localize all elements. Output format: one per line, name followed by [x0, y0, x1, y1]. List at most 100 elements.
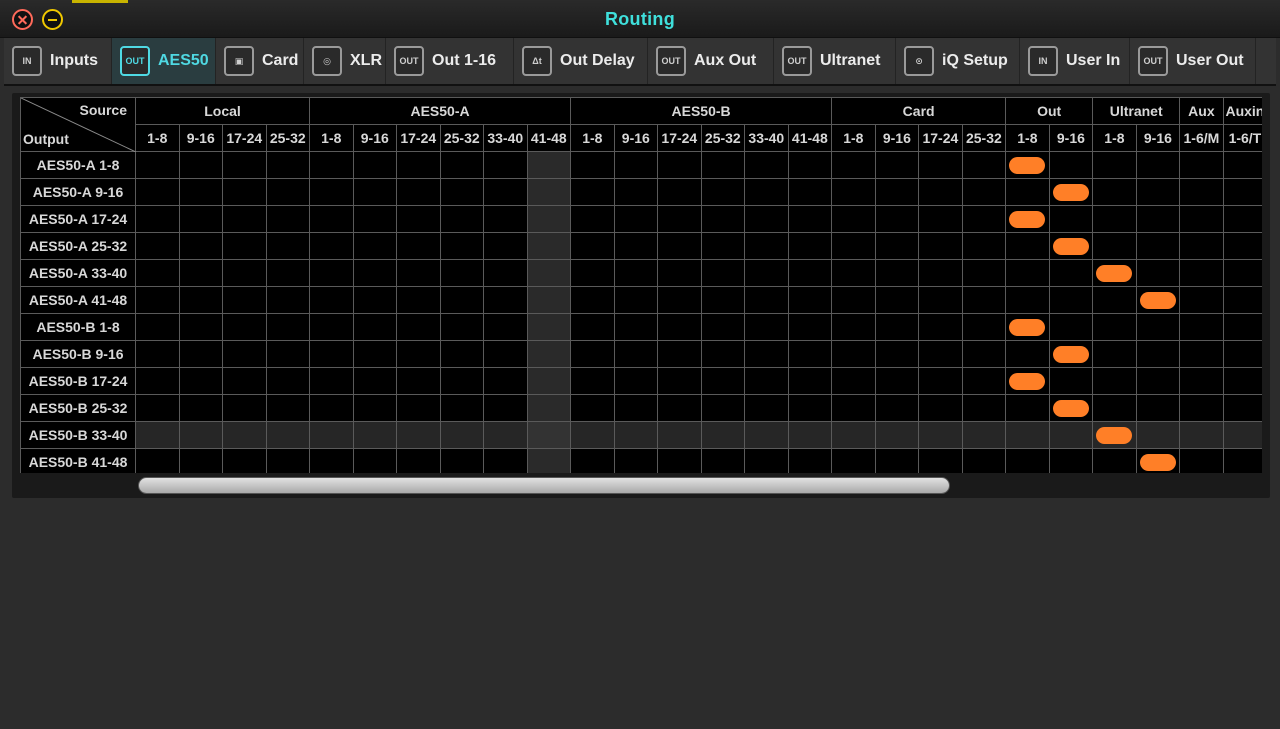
routing-cell[interactable]	[961, 340, 1007, 368]
routing-cell[interactable]	[570, 394, 615, 422]
routing-cell[interactable]	[874, 448, 920, 473]
routing-cell[interactable]	[135, 340, 180, 368]
routing-cell[interactable]	[135, 259, 180, 287]
routing-cell[interactable]	[352, 448, 398, 473]
routing-cell[interactable]	[831, 151, 876, 179]
routing-cell[interactable]	[222, 205, 267, 233]
routing-cell[interactable]	[918, 286, 963, 314]
routing-cell[interactable]	[526, 151, 572, 179]
routing-cell[interactable]	[396, 205, 441, 233]
routing-cell[interactable]	[178, 205, 223, 233]
routing-cell[interactable]	[570, 151, 615, 179]
routing-cell[interactable]	[309, 259, 354, 287]
routing-cell[interactable]	[135, 448, 180, 473]
routing-cell[interactable]	[265, 232, 311, 260]
routing-cell[interactable]	[1005, 340, 1050, 368]
routing-cell[interactable]	[1135, 151, 1181, 179]
route-assigned-indicator[interactable]	[1096, 427, 1133, 444]
routing-cell[interactable]	[439, 367, 485, 395]
routing-cell[interactable]	[265, 205, 311, 233]
routing-cell[interactable]	[1179, 286, 1224, 314]
routing-cell[interactable]	[1005, 421, 1050, 449]
routing-cell[interactable]	[309, 313, 354, 341]
routing-cell[interactable]	[613, 448, 659, 473]
routing-cell[interactable]	[613, 286, 659, 314]
routing-cell[interactable]	[265, 259, 311, 287]
routing-cell[interactable]	[1179, 259, 1224, 287]
routing-cell[interactable]	[744, 313, 789, 341]
routing-cell[interactable]	[1092, 286, 1137, 314]
routing-cell[interactable]	[657, 205, 702, 233]
routing-cell[interactable]	[352, 151, 398, 179]
routing-cell[interactable]	[613, 232, 659, 260]
routing-cell[interactable]	[874, 178, 920, 206]
horizontal-scrollbar[interactable]	[138, 477, 950, 494]
routing-cell[interactable]	[265, 421, 311, 449]
route-assigned-indicator[interactable]	[1052, 346, 1089, 363]
routing-cell[interactable]	[222, 367, 267, 395]
routing-cell[interactable]	[526, 205, 572, 233]
routing-cell[interactable]	[352, 313, 398, 341]
routing-cell[interactable]	[874, 232, 920, 260]
routing-cell[interactable]	[1092, 313, 1137, 341]
routing-cell[interactable]	[309, 178, 354, 206]
routing-cell[interactable]	[787, 151, 833, 179]
routing-cell[interactable]	[526, 313, 572, 341]
routing-cell[interactable]	[222, 340, 267, 368]
routing-cell[interactable]	[1135, 394, 1181, 422]
routing-cell[interactable]	[961, 394, 1007, 422]
routing-cell[interactable]	[309, 394, 354, 422]
routing-cell[interactable]	[1222, 151, 1262, 179]
routing-cell[interactable]	[483, 394, 528, 422]
routing-cell[interactable]	[744, 448, 789, 473]
routing-cell[interactable]	[1005, 394, 1050, 422]
routing-cell[interactable]	[135, 178, 180, 206]
routing-cell[interactable]	[309, 448, 354, 473]
routing-cell[interactable]	[265, 340, 311, 368]
routing-cell[interactable]	[1048, 259, 1094, 287]
routing-cell[interactable]	[570, 178, 615, 206]
routing-cell[interactable]	[657, 232, 702, 260]
routing-cell[interactable]	[1005, 367, 1050, 395]
routing-cell[interactable]	[700, 151, 746, 179]
routing-cell[interactable]	[1048, 151, 1094, 179]
routing-cell[interactable]	[439, 232, 485, 260]
routing-cell[interactable]	[918, 421, 963, 449]
routing-cell[interactable]	[744, 340, 789, 368]
routing-cell[interactable]	[1135, 448, 1181, 473]
route-assigned-indicator[interactable]	[1139, 292, 1176, 309]
routing-cell[interactable]	[309, 151, 354, 179]
routing-cell[interactable]	[874, 286, 920, 314]
routing-cell[interactable]	[1135, 340, 1181, 368]
routing-cell[interactable]	[613, 421, 659, 449]
routing-cell[interactable]	[1135, 178, 1181, 206]
routing-cell[interactable]	[352, 178, 398, 206]
routing-cell[interactable]	[352, 205, 398, 233]
routing-cell[interactable]	[1222, 367, 1262, 395]
routing-cell[interactable]	[613, 205, 659, 233]
routing-cell[interactable]	[700, 367, 746, 395]
routing-cell[interactable]	[1135, 205, 1181, 233]
routing-cell[interactable]	[352, 421, 398, 449]
routing-cell[interactable]	[1092, 340, 1137, 368]
routing-cell[interactable]	[1222, 178, 1262, 206]
routing-cell[interactable]	[787, 205, 833, 233]
routing-cell[interactable]	[1179, 205, 1224, 233]
routing-cell[interactable]	[483, 421, 528, 449]
routing-cell[interactable]	[483, 259, 528, 287]
routing-cell[interactable]	[657, 286, 702, 314]
routing-cell[interactable]	[483, 178, 528, 206]
route-assigned-indicator[interactable]	[1009, 157, 1046, 174]
routing-cell[interactable]	[961, 205, 1007, 233]
routing-cell[interactable]	[1048, 205, 1094, 233]
routing-cell[interactable]	[1222, 421, 1262, 449]
routing-cell[interactable]	[439, 178, 485, 206]
routing-cell[interactable]	[265, 448, 311, 473]
routing-cell[interactable]	[135, 205, 180, 233]
tab-aux-out[interactable]: OUT Aux Out	[648, 38, 774, 84]
routing-cell[interactable]	[178, 340, 223, 368]
routing-cell[interactable]	[657, 313, 702, 341]
routing-cell[interactable]	[178, 394, 223, 422]
routing-cell[interactable]	[1005, 259, 1050, 287]
routing-cell[interactable]	[961, 367, 1007, 395]
